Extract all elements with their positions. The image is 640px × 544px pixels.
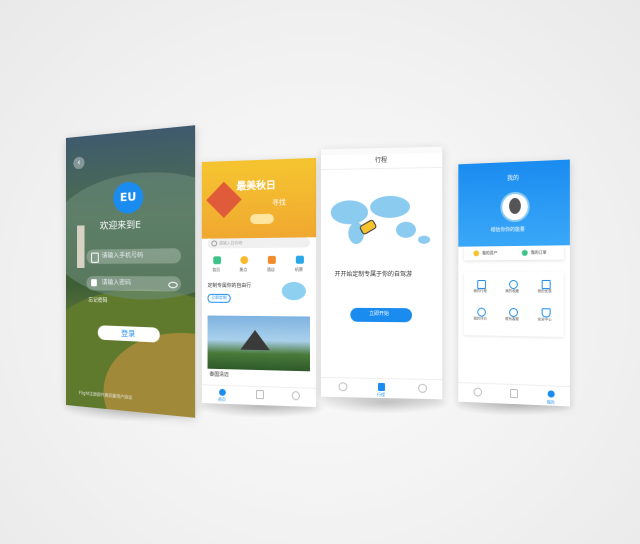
home-screen: 最美秋日 寻找 请输入目的地 首页 景点 酒店 机票 定制专属你的自由行 立即定… <box>201 157 317 408</box>
grid-label: 安全中心 <box>537 317 552 322</box>
phone-input[interactable]: 请输入手机号码 <box>86 248 182 264</box>
password-input[interactable]: 请输入密码 <box>86 276 182 292</box>
grid-label: 我的收藏 <box>505 288 519 294</box>
welcome-title: 欢迎来到E <box>99 220 141 233</box>
home-banner[interactable]: 最美秋日 寻找 <box>201 166 317 239</box>
home-tab-icon[interactable] <box>473 387 483 397</box>
search-placeholder: 请输入目的地 <box>219 240 243 246</box>
review-icon[interactable] <box>477 307 486 317</box>
service-icon[interactable] <box>509 307 518 318</box>
destination-card[interactable] <box>207 315 310 372</box>
stat-label[interactable]: 我的订单 <box>531 250 547 255</box>
stage: ‹ EU 欢迎来到E 请输入手机号码 请输入密码 忘记密码 登录 Flight注… <box>0 0 640 544</box>
phone-icon <box>91 252 99 263</box>
page-title: 行程 <box>375 156 387 165</box>
globe-illustration <box>281 281 306 301</box>
continent-shape <box>330 200 369 225</box>
profile-header: 我的 相信你你的能量 <box>458 159 570 247</box>
search-icon <box>211 240 218 247</box>
plane-icon[interactable] <box>295 255 304 264</box>
page-title: 我的 <box>507 174 519 183</box>
temple-illustration <box>240 330 269 350</box>
person-illustration <box>250 213 274 225</box>
category-label: 景点 <box>239 267 248 273</box>
profile-tab-label: 我的 <box>546 399 555 405</box>
order-icon[interactable] <box>521 249 528 256</box>
category-row: 首页 景点 酒店 机票 <box>202 254 316 279</box>
home-tab-icon[interactable] <box>338 382 348 392</box>
home-tab-label: 首页 <box>218 396 226 402</box>
grid-label: 联系客服 <box>505 316 519 322</box>
continent-shape <box>395 221 417 238</box>
login-button-label: 登录 <box>121 329 136 339</box>
stat-label[interactable]: 我的资产 <box>482 250 497 255</box>
trip-icon[interactable] <box>477 280 486 289</box>
forgot-password-link[interactable]: 忘记密码 <box>88 297 107 304</box>
avatar[interactable] <box>500 191 530 223</box>
grid-label: 我的评价 <box>473 316 487 321</box>
banner-title: 最美秋日 <box>236 180 276 193</box>
start-button[interactable]: 立即开始 <box>350 307 412 323</box>
hotel-category-icon[interactable] <box>267 255 276 264</box>
profile-tab-icon[interactable] <box>291 391 300 401</box>
trip-tab-label: 行程 <box>377 391 385 398</box>
password-placeholder: 请输入密码 <box>101 279 132 287</box>
tab-bar: 行程 <box>320 376 443 400</box>
stats-card: 我的资产 我的订单 <box>463 245 564 261</box>
category-label: 机票 <box>294 266 303 272</box>
profile-tab-icon[interactable] <box>418 383 428 393</box>
category-label: 首页 <box>212 267 221 273</box>
title-divider <box>320 166 443 171</box>
continent-shape <box>370 195 410 219</box>
search-bar[interactable]: 请输入目的地 <box>207 237 310 249</box>
banner-subtitle: 寻找 <box>271 198 286 207</box>
grid-label: 我的优惠 <box>537 289 552 294</box>
shield-icon[interactable] <box>541 308 551 318</box>
trip-tab-icon[interactable] <box>378 382 385 392</box>
promo-button-label: 立即定制 <box>211 294 227 300</box>
login-screen: ‹ EU 欢迎来到E 请输入手机号码 请输入密码 忘记密码 登录 Flight注… <box>66 125 196 418</box>
avatar-face <box>509 197 521 215</box>
lock-icon <box>91 279 97 287</box>
coupon-icon[interactable] <box>541 279 551 290</box>
continent-shape <box>418 235 431 244</box>
destination-title: 泰国清迈 <box>209 371 229 379</box>
home-category-icon[interactable] <box>213 256 221 265</box>
promo-button[interactable]: 立即定制 <box>207 293 231 303</box>
eye-icon[interactable] <box>168 281 178 289</box>
home-tab-icon[interactable] <box>219 388 226 396</box>
wallet-icon[interactable] <box>473 250 480 257</box>
world-map <box>330 191 432 250</box>
favorite-icon[interactable] <box>509 279 518 290</box>
promo-card[interactable]: 定制专属你的自由行 立即定制 <box>207 281 310 308</box>
grid-label: 我的行程 <box>473 288 487 293</box>
attraction-category-icon[interactable] <box>240 256 249 265</box>
phone-placeholder: 请输入手机号码 <box>101 251 144 260</box>
login-button[interactable]: 登录 <box>97 325 160 343</box>
back-arrow-icon[interactable]: ‹ <box>73 156 85 170</box>
profile-tab-icon[interactable] <box>547 390 555 398</box>
church-tower-icon <box>77 225 85 268</box>
user-name: 相信你你的能量 <box>490 226 525 234</box>
trip-tab-icon[interactable] <box>510 388 518 399</box>
promo-text: 定制专属你的自由行 <box>207 282 252 289</box>
plan-screen: 行程 开开始定制专属于你的自驾游 立即开始 行程 <box>320 146 443 400</box>
start-button-label: 立即开始 <box>369 310 389 318</box>
status-bar <box>320 146 443 156</box>
category-label: 酒店 <box>266 266 275 272</box>
profile-screen: 我的 相信你你的能量 我的资产 我的订单 我的行程 我的收藏 我的优惠 我的评价… <box>458 159 570 407</box>
plan-tagline: 开开始定制专属于你的自驾游 <box>334 270 413 279</box>
trip-tab-icon[interactable] <box>256 389 264 400</box>
feature-grid: 我的行程 我的收藏 我的优惠 我的评价 联系客服 安全中心 <box>463 271 564 337</box>
